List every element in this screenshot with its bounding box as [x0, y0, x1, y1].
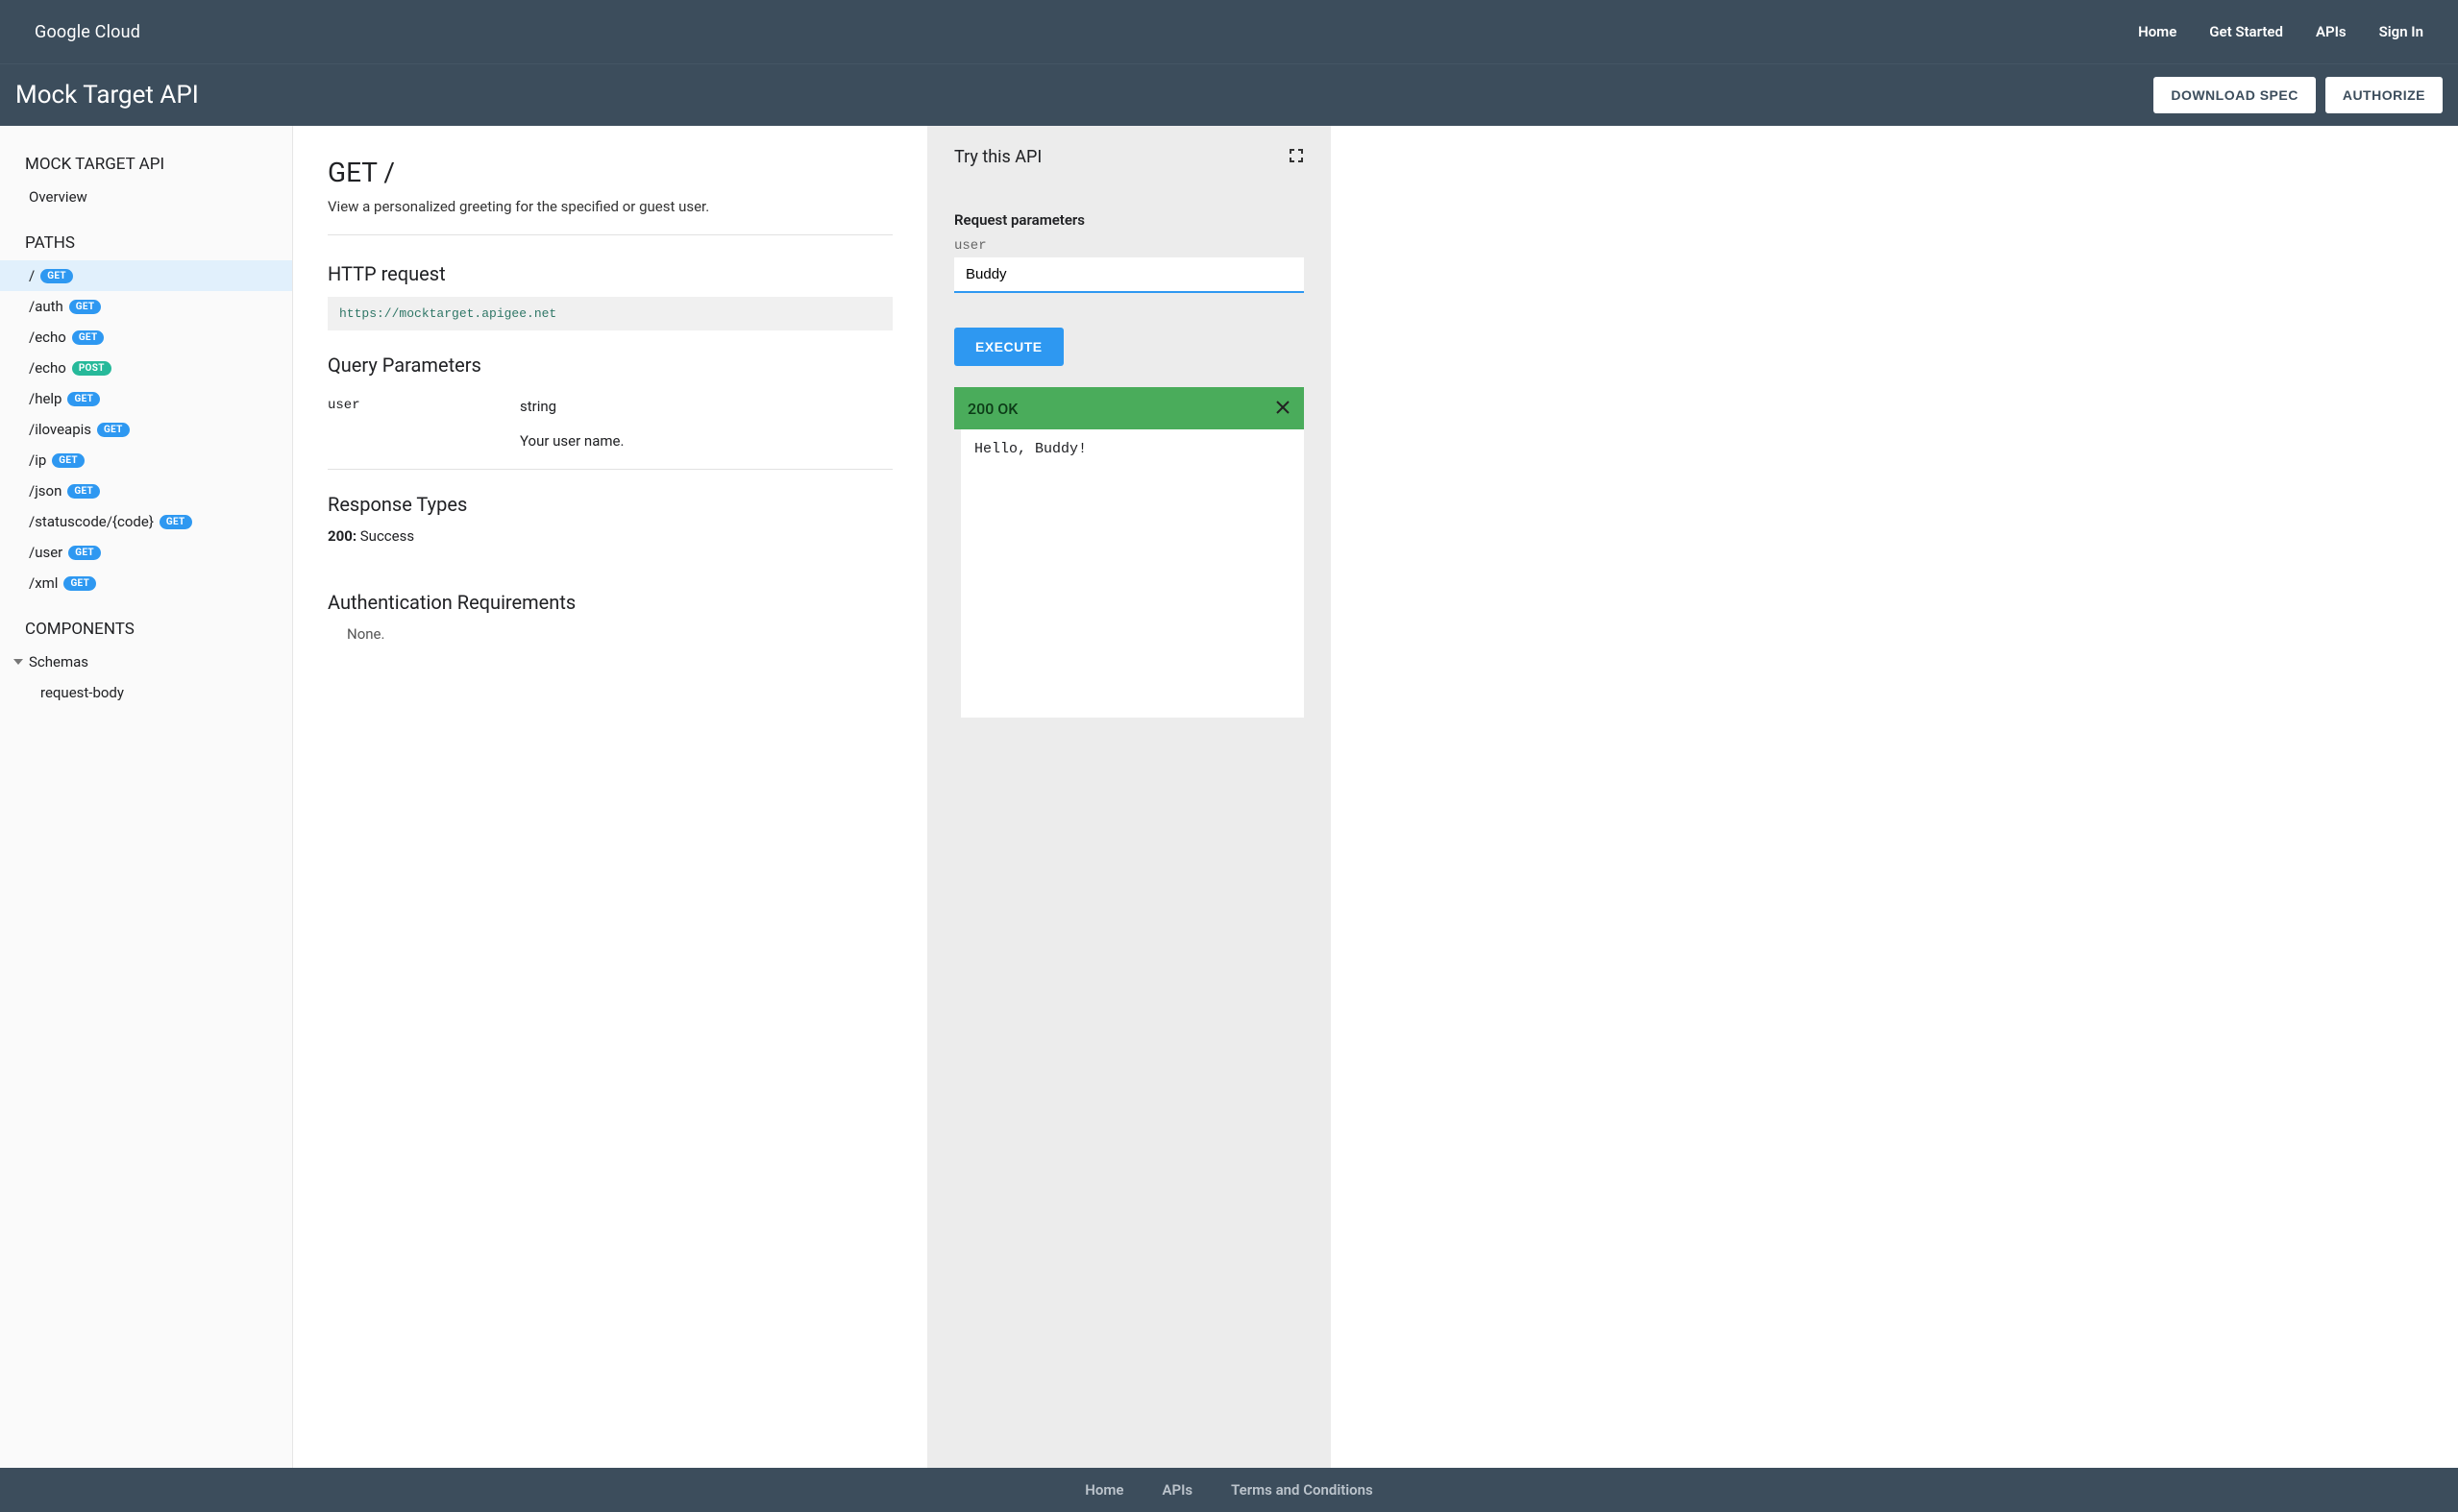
http-request-url: https://mocktarget.apigee.net — [328, 297, 893, 330]
method-badge: GET — [72, 330, 105, 345]
response-code: 200: — [328, 527, 356, 545]
sidebar-path-item[interactable]: /echo GET — [0, 322, 292, 353]
top-nav: Google Cloud Home Get Started APIs Sign … — [0, 0, 2458, 63]
request-params-title: Request parameters — [954, 211, 1304, 229]
user-field-label: user — [954, 238, 1304, 254]
nav-sign-in[interactable]: Sign In — [2379, 23, 2423, 40]
api-title: Mock Target API — [15, 81, 199, 110]
response-line: 200: Success — [328, 527, 893, 545]
sidebar-path-item[interactable]: /iloveapis GET — [0, 414, 292, 445]
footer-terms[interactable]: Terms and Conditions — [1231, 1481, 1373, 1499]
endpoint-heading: GET / — [328, 157, 893, 188]
logo-text: Google Cloud — [35, 22, 140, 42]
method-badge: POST — [72, 361, 111, 376]
google-cloud-logo[interactable]: Google Cloud — [35, 22, 140, 42]
method-badge: GET — [52, 453, 85, 468]
path-label: /help — [29, 390, 61, 407]
title-bar: Mock Target API DOWNLOAD SPEC AUTHORIZE — [0, 63, 2458, 126]
method-badge: GET — [63, 576, 96, 591]
path-label: /iloveapis — [29, 421, 91, 438]
nav-apis[interactable]: APIs — [2316, 23, 2347, 40]
sidebar-path-item[interactable]: /auth GET — [0, 291, 292, 322]
sidebar-components-title: COMPONENTS — [0, 612, 292, 646]
chevron-down-icon — [13, 659, 23, 665]
footer: Home APIs Terms and Conditions — [0, 1468, 2458, 1512]
method-badge: GET — [67, 392, 100, 406]
param-type: string — [520, 398, 893, 415]
endpoint-description: View a personalized greeting for the spe… — [328, 198, 893, 215]
content-area: GET / View a personalized greeting for t… — [293, 126, 927, 1468]
method-badge: GET — [160, 515, 192, 529]
nav-get-started[interactable]: Get Started — [2209, 23, 2283, 40]
sidebar-overview-label: Overview — [29, 188, 87, 206]
sidebar-paths-title: PATHS — [0, 226, 292, 260]
method-badge: GET — [97, 423, 130, 437]
sidebar-paths-list: / GET/auth GET/echo GET/echo POST/help GET/il… — [0, 260, 292, 598]
path-label: /statuscode/{code} — [29, 513, 154, 530]
user-field-input[interactable] — [954, 257, 1304, 293]
main-area: MOCK TARGET API Overview PATHS / GET/auth… — [0, 126, 2458, 1468]
fullscreen-icon[interactable] — [1289, 148, 1304, 167]
divider — [328, 469, 893, 470]
path-label: / — [29, 267, 35, 284]
sidebar: MOCK TARGET API Overview PATHS / GET/auth… — [0, 126, 293, 1468]
http-request-title: HTTP request — [328, 262, 893, 285]
divider — [328, 234, 893, 235]
path-label: /auth — [29, 298, 63, 315]
path-label: /echo — [29, 329, 66, 346]
authorize-button[interactable]: AUTHORIZE — [2325, 77, 2443, 113]
footer-home[interactable]: Home — [1085, 1481, 1123, 1499]
try-panel-header: Try this API — [954, 147, 1304, 167]
path-label: /ip — [29, 451, 46, 469]
method-badge: GET — [67, 484, 100, 499]
sidebar-path-item[interactable]: / GET — [0, 260, 292, 291]
param-row: user string Your user name. — [328, 388, 893, 459]
response-text: Success — [356, 527, 414, 545]
query-params-title: Query Parameters — [328, 354, 893, 377]
sidebar-path-item[interactable]: /help GET — [0, 383, 292, 414]
method-badge: GET — [68, 546, 101, 560]
sidebar-path-item[interactable]: /echo POST — [0, 353, 292, 383]
sidebar-path-item[interactable]: /json GET — [0, 476, 292, 506]
sidebar-overview[interactable]: Overview — [0, 182, 292, 212]
sidebar-path-item[interactable]: /user GET — [0, 537, 292, 568]
method-badge: GET — [69, 300, 102, 314]
top-nav-links: Home Get Started APIs Sign In — [2138, 23, 2423, 40]
response-types-title: Response Types — [328, 493, 893, 516]
sidebar-api-title: MOCK TARGET API — [0, 147, 292, 182]
param-name: user — [328, 398, 520, 450]
footer-apis[interactable]: APIs — [1162, 1481, 1192, 1499]
nav-home[interactable]: Home — [2138, 23, 2176, 40]
param-desc: Your user name. — [520, 432, 893, 450]
close-icon[interactable] — [1275, 397, 1290, 420]
title-bar-buttons: DOWNLOAD SPEC AUTHORIZE — [2153, 77, 2443, 113]
sidebar-path-item[interactable]: /ip GET — [0, 445, 292, 476]
sidebar-schemas-label: Schemas — [29, 653, 88, 671]
response-status-bar: 200 OK — [954, 387, 1304, 429]
path-label: /json — [29, 482, 61, 500]
sidebar-schema-item[interactable]: request-body — [0, 677, 292, 708]
download-spec-button[interactable]: DOWNLOAD SPEC — [2153, 77, 2316, 113]
path-label: /xml — [29, 574, 58, 592]
try-panel: Try this API Request parameters user EXE… — [927, 126, 1331, 1468]
schema-item-label: request-body — [40, 684, 124, 701]
param-meta: string Your user name. — [520, 398, 893, 450]
response-body: Hello, Buddy! — [954, 429, 1304, 718]
execute-button[interactable]: EXECUTE — [954, 328, 1064, 366]
path-label: /user — [29, 544, 62, 561]
try-panel-title: Try this API — [954, 147, 1042, 167]
sidebar-path-item[interactable]: /statuscode/{code} GET — [0, 506, 292, 537]
auth-none: None. — [328, 625, 893, 643]
auth-title: Authentication Requirements — [328, 591, 893, 614]
sidebar-schemas-toggle[interactable]: Schemas — [0, 646, 292, 677]
method-badge: GET — [40, 269, 73, 283]
path-label: /echo — [29, 359, 66, 377]
sidebar-path-item[interactable]: /xml GET — [0, 568, 292, 598]
response-status-text: 200 OK — [968, 400, 1018, 418]
